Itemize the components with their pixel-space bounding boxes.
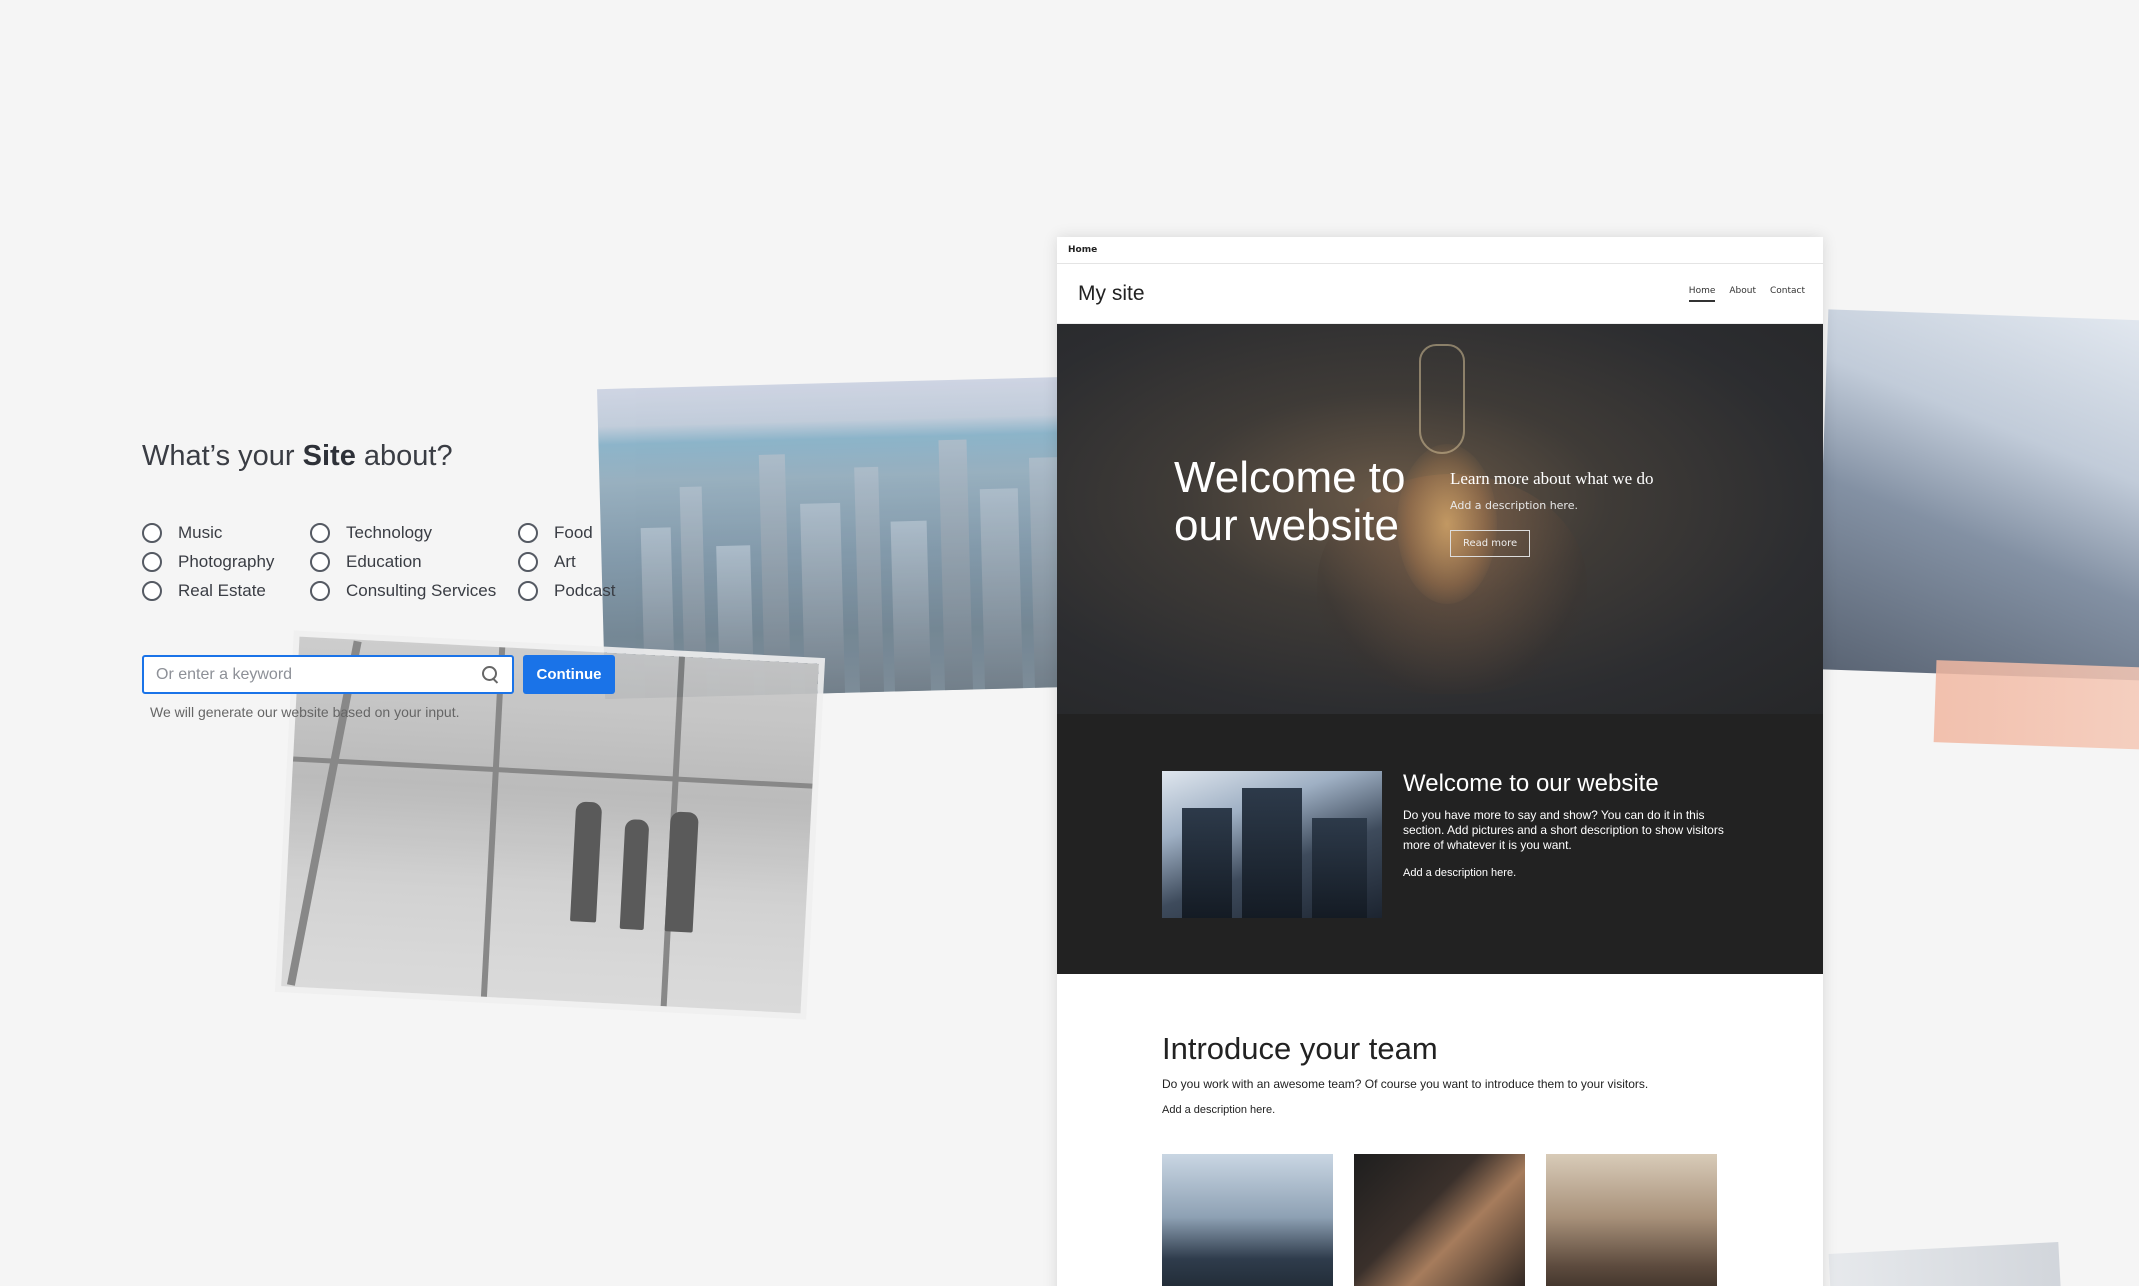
radio-button[interactable]: [142, 523, 162, 543]
topic-options: Music Technology Food Photography Educat…: [142, 523, 662, 601]
team-body: Do you work with an awesome team? Of cou…: [1162, 1077, 1649, 1091]
feature-text: Welcome to our website Do you have more …: [1403, 770, 1733, 879]
topic-form: What’s your Site about? Music Technology…: [142, 440, 662, 720]
feature-body: Do you have more to say and show? You ca…: [1403, 808, 1724, 852]
nav-about[interactable]: About: [1729, 286, 1756, 302]
option-art[interactable]: Art: [518, 552, 638, 572]
preview-feature-section: Welcome to our website Do you have more …: [1057, 714, 1823, 974]
corner-photo: [1828, 1242, 2062, 1286]
option-education[interactable]: Education: [310, 552, 518, 572]
radio-button[interactable]: [518, 552, 538, 572]
hero-subtitle: Learn more about what we do: [1450, 469, 1654, 488]
nav-contact[interactable]: Contact: [1770, 286, 1805, 302]
nav-home[interactable]: Home: [1688, 286, 1716, 302]
radio-button[interactable]: [142, 581, 162, 601]
preview-logo: My site: [1078, 281, 1145, 305]
peach-photo: [1933, 660, 2139, 750]
hero-description: Add a description here.: [1450, 499, 1578, 512]
team-photo: [1546, 1154, 1717, 1286]
preview-team-section: Introduce your team Do you work with an …: [1057, 974, 1823, 1286]
keyword-input[interactable]: [156, 665, 482, 684]
preview-hero: Welcome to our website Learn more about w…: [1057, 324, 1823, 714]
lightbulb-image: [1419, 344, 1465, 454]
option-technology[interactable]: Technology: [310, 523, 518, 543]
option-podcast[interactable]: Podcast: [518, 581, 638, 601]
feature-add-description: Add a description here.: [1403, 867, 1517, 879]
radio-button[interactable]: [142, 552, 162, 572]
hero-title: Welcome to our website: [1174, 453, 1406, 550]
option-music[interactable]: Music: [142, 523, 310, 543]
feature-title: Welcome to our website: [1403, 770, 1659, 797]
read-more-button[interactable]: Read more: [1450, 530, 1531, 557]
option-consulting-services[interactable]: Consulting Services: [310, 581, 518, 601]
preview-nav: Home About Contact: [1688, 286, 1805, 302]
hero-side-text: Learn more about what we do Add a descri…: [1450, 469, 1653, 557]
search-icon[interactable]: [482, 665, 500, 684]
continue-button[interactable]: Continue: [523, 655, 615, 694]
towers-image: [1162, 771, 1382, 918]
radio-button[interactable]: [310, 523, 330, 543]
page-title: What’s your Site about?: [142, 440, 453, 472]
team-photo: [1162, 1154, 1333, 1286]
team-add-description: Add a description here.: [1162, 1104, 1276, 1116]
hint-text: We will generate our website based on yo…: [150, 704, 460, 720]
skyscraper-photo: [1815, 309, 2139, 681]
option-real-estate[interactable]: Real Estate: [142, 581, 310, 601]
keyword-row: Continue: [142, 655, 662, 694]
keyword-input-box[interactable]: [142, 655, 514, 694]
radio-button[interactable]: [518, 581, 538, 601]
team-photos: [1162, 1154, 1823, 1286]
preview-header: My site Home About Contact: [1057, 264, 1823, 324]
radio-button[interactable]: [518, 523, 538, 543]
radio-button[interactable]: [310, 552, 330, 572]
preview-page-tab: Home: [1057, 237, 1823, 264]
site-preview: Home My site Home About Contact Welcome …: [1057, 237, 1823, 1286]
radio-button[interactable]: [310, 581, 330, 601]
team-title: Introduce your team: [1162, 1031, 1438, 1066]
city-skyline-photo: [597, 376, 1075, 700]
option-photography[interactable]: Photography: [142, 552, 310, 572]
team-photo: [1354, 1154, 1525, 1286]
option-food[interactable]: Food: [518, 523, 638, 543]
